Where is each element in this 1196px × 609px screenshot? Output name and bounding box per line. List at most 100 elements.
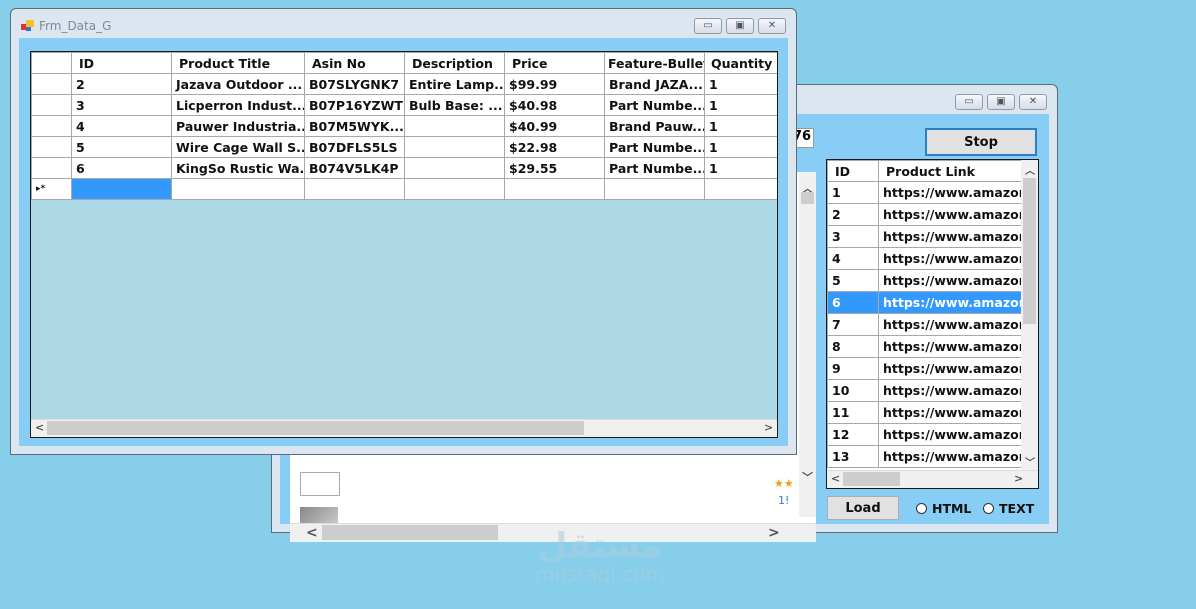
cell-link[interactable]: https://www.amazon	[878, 247, 1024, 270]
cell-title[interactable]: Pauwer Industria...	[171, 115, 305, 137]
cell-quantity[interactable]: 1	[704, 94, 777, 116]
cell-asin[interactable]: B07P16YZWT	[304, 94, 405, 116]
table-row[interactable]: 7 https://www.amazon	[827, 313, 1024, 336]
row-header[interactable]	[31, 136, 72, 158]
table-row[interactable]: 4 Pauwer Industria... B07M5WYK... $40.99 Bra…	[31, 115, 777, 137]
column-header[interactable]: Product Link	[878, 160, 1024, 182]
cell-id[interactable]: 4	[71, 115, 172, 137]
new-row-cell[interactable]	[704, 178, 777, 200]
cell-feature[interactable]: Part Numbe...	[604, 136, 705, 158]
scroll-right-icon[interactable]: >	[768, 525, 780, 541]
table-row[interactable]: 1 https://www.amazon	[827, 181, 1024, 204]
new-row[interactable]: ▸*	[31, 178, 777, 200]
table-row[interactable]: 8 https://www.amazon	[827, 335, 1024, 358]
new-row-cell[interactable]	[304, 178, 405, 200]
table-row[interactable]: 4 https://www.amazon	[827, 247, 1024, 270]
cell-id[interactable]: 6	[71, 157, 172, 179]
scroll-left-icon[interactable]: <	[306, 525, 318, 541]
column-header[interactable]: ID	[71, 52, 172, 74]
cell-id[interactable]: 5	[827, 269, 879, 292]
column-header[interactable]: Description	[404, 52, 505, 74]
scroll-down-icon[interactable]: ﹀	[802, 469, 813, 485]
scroll-up-icon[interactable]: ︿	[1025, 162, 1035, 177]
cell-link[interactable]: https://www.amazon	[878, 335, 1024, 358]
cell-description[interactable]: Entire Lamp...	[404, 73, 505, 95]
new-row-cell[interactable]	[504, 178, 605, 200]
maximize-button[interactable]: ▣	[726, 18, 754, 34]
row-header[interactable]	[31, 73, 72, 95]
cell-asin[interactable]: B07SLYGNK7	[304, 73, 405, 95]
column-header[interactable]: Product Title	[171, 52, 305, 74]
table-row[interactable]: 2 Jazava Outdoor ... B07SLYGNK7 Entire Lamp…	[31, 73, 777, 95]
cell-description[interactable]	[404, 157, 505, 179]
cell-quantity[interactable]: 1	[704, 115, 777, 137]
links-hscroll[interactable]: < >	[827, 470, 1038, 488]
product-data-grid[interactable]: ID Product Title Asin No Description Pri…	[30, 51, 778, 438]
column-header[interactable]: ID	[827, 160, 879, 182]
scroll-thumb[interactable]	[322, 525, 498, 540]
cell-title[interactable]: Jazava Outdoor ...	[171, 73, 305, 95]
scroll-thumb[interactable]	[47, 421, 584, 435]
minimize-button[interactable]: ▭	[694, 18, 722, 34]
cell-title[interactable]: KingSo Rustic Wa...	[171, 157, 305, 179]
table-row[interactable]: 13 https://www.amazon	[827, 445, 1024, 468]
cell-price[interactable]: $29.55	[504, 157, 605, 179]
radio-text[interactable]: TEXT	[983, 501, 1034, 516]
maximize-button[interactable]: ▣	[987, 94, 1015, 110]
new-row-cell[interactable]	[71, 178, 172, 200]
cell-feature[interactable]: Part Numbe...	[604, 94, 705, 116]
cell-id[interactable]: 3	[827, 225, 879, 248]
table-row[interactable]: 3 Licperron Indust... B07P16YZWT Bulb Base:…	[31, 94, 777, 116]
cell-feature[interactable]: Brand Pauw...	[604, 115, 705, 137]
cell-link[interactable]: https://www.amazon	[878, 379, 1024, 402]
radio-html[interactable]: HTML	[916, 501, 971, 516]
cell-feature[interactable]: Brand JAZA...	[604, 73, 705, 95]
new-row-cell[interactable]	[171, 178, 305, 200]
table-row[interactable]: 2 https://www.amazon	[827, 203, 1024, 226]
cell-id[interactable]: 2	[71, 73, 172, 95]
cell-id[interactable]: 4	[827, 247, 879, 270]
column-header[interactable]: Feature-Bullet	[604, 52, 705, 74]
product-links-grid[interactable]: ID Product Link 1 https://www.amazon 2 http…	[826, 159, 1039, 489]
table-row[interactable]: 11 https://www.amazon	[827, 401, 1024, 424]
cell-feature[interactable]: Part Numbe...	[604, 157, 705, 179]
scroll-left-icon[interactable]: <	[831, 472, 840, 485]
cell-id[interactable]: 8	[827, 335, 879, 358]
cell-link[interactable]: https://www.amazon	[878, 181, 1024, 204]
cell-id[interactable]: 9	[827, 357, 879, 380]
scroll-down-icon[interactable]: ﹀	[1025, 454, 1035, 469]
cell-id[interactable]: 1	[827, 181, 879, 204]
cell-asin[interactable]: B07M5WYK...	[304, 115, 405, 137]
stop-button[interactable]: Stop	[925, 128, 1037, 156]
cell-link[interactable]: https://www.amazon	[878, 269, 1024, 292]
table-row[interactable]: 5 https://www.amazon	[827, 269, 1024, 292]
column-header[interactable]: Quantity	[704, 52, 777, 74]
scroll-right-icon[interactable]: >	[1014, 472, 1023, 485]
radio-circle[interactable]	[983, 503, 994, 514]
table-row[interactable]: 10 https://www.amazon	[827, 379, 1024, 402]
cell-link[interactable]: https://www.amazon	[878, 445, 1024, 468]
row-header[interactable]	[31, 115, 72, 137]
cell-id[interactable]: 6	[827, 291, 879, 314]
cell-quantity[interactable]: 1	[704, 73, 777, 95]
links-vscroll[interactable]: ︿ ﹀	[1021, 160, 1038, 470]
scroll-thumb[interactable]	[1023, 178, 1036, 324]
cell-price[interactable]: $22.98	[504, 136, 605, 158]
table-row[interactable]: 9 https://www.amazon	[827, 357, 1024, 380]
cell-id[interactable]: 10	[827, 379, 879, 402]
cell-link[interactable]: https://www.amazon	[878, 203, 1024, 226]
cell-description[interactable]	[404, 136, 505, 158]
close-button[interactable]: ✕	[1019, 94, 1047, 110]
cell-asin[interactable]: B074V5LK4P	[304, 157, 405, 179]
cell-id[interactable]: 5	[71, 136, 172, 158]
cell-title[interactable]: Licperron Indust...	[171, 94, 305, 116]
scroll-left-icon[interactable]: <	[35, 421, 44, 434]
cell-link[interactable]: https://www.amazon	[878, 225, 1024, 248]
cell-description[interactable]	[404, 115, 505, 137]
table-row[interactable]: 12 https://www.amazon	[827, 423, 1024, 446]
column-header[interactable]: Price	[504, 52, 605, 74]
radio-circle[interactable]	[916, 503, 927, 514]
cell-price[interactable]: $99.99	[504, 73, 605, 95]
close-button[interactable]: ✕	[758, 18, 786, 34]
scroll-thumb[interactable]	[801, 192, 814, 204]
